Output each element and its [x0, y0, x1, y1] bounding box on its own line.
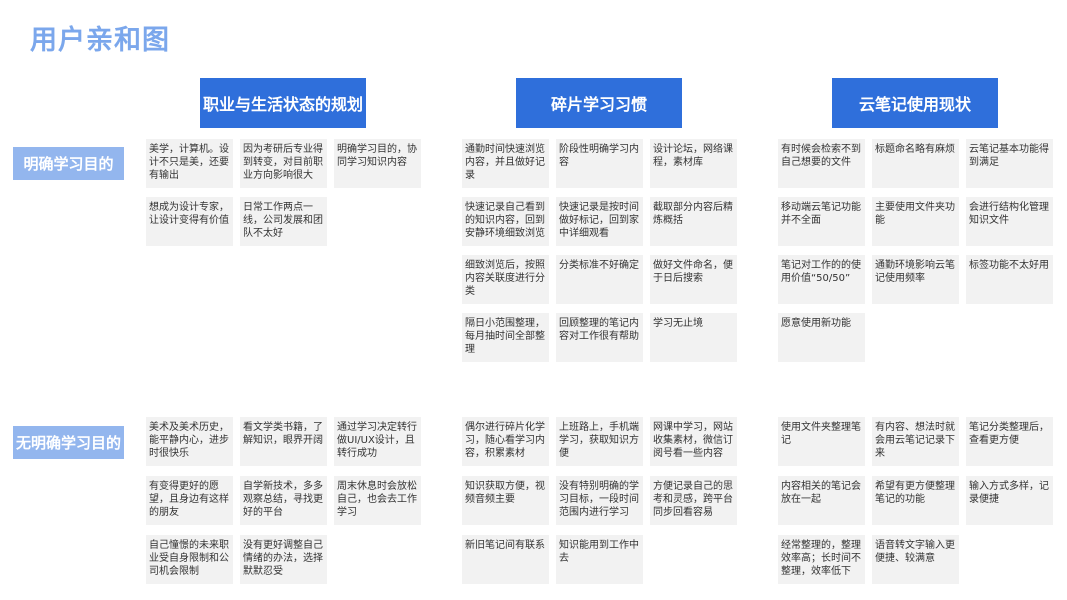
sticky-note: 标题命名略有麻烦: [872, 139, 959, 188]
sticky-note: 美术及美术历史，能平静内心，进步时很快乐: [146, 417, 233, 466]
sticky-note: 愿意使用新功能: [778, 313, 865, 362]
sticky-note: 快速记录自己看到的知识内容，回到安静环境细致浏览: [462, 197, 549, 246]
sticky-note: 通勤时间快速浏览内容，并且做好记录: [462, 139, 549, 188]
sticky-note: 没有特别明确的学习目标，一段时间范围内进行学习: [556, 476, 643, 525]
sticky-note: 语音转文字输入更便捷、较满意: [872, 535, 959, 584]
sticky-note: 设计论坛，网络课程，素材库: [650, 139, 737, 188]
sticky-note: 希望有更方便整理笔记的功能: [872, 476, 959, 525]
sticky-note: 使用文件夹整理笔记: [778, 417, 865, 466]
sticky-note: 偶尔进行碎片化学习，随心看学习内容，积累素材: [462, 417, 549, 466]
sticky-note: 自己憧憬的未来职业受自身限制和公司机会限制: [146, 535, 233, 584]
sticky-note: 有时候会检索不到自己想要的文件: [778, 139, 865, 188]
sticky-note: 上班路上，手机端学习，获取知识方便: [556, 417, 643, 466]
sticky-note: 通勤环境影响云笔记使用频率: [872, 255, 959, 304]
sticky-note: 学习无止境: [650, 313, 737, 362]
sticky-note: 看文学类书籍，了解知识，眼界开阔: [240, 417, 327, 466]
sticky-note: 新旧笔记间有联系: [462, 535, 549, 584]
sticky-note: 经常整理的，整理效率高；长时间不整理，效率低下: [778, 535, 865, 584]
page-title: 用户亲和图: [30, 25, 170, 56]
row-label-clear-goal: 明确学习目的: [13, 147, 124, 180]
sticky-note: 方便记录自己的思考和灵感，跨平台同步回看容易: [650, 476, 737, 525]
sticky-note: 网课中学习，网站收集素材，微信订阅号看一些内容: [650, 417, 737, 466]
sticky-note: 自学新技术，多多观察总结，寻找更好的平台: [240, 476, 327, 525]
sticky-note: 输入方式多样，记录便捷: [966, 476, 1053, 525]
sticky-note: 截取部分内容后精炼概括: [650, 197, 737, 246]
sticky-note: 阶段性明确学习内容: [556, 139, 643, 188]
column-header-career: 职业与生活状态的规划: [200, 78, 366, 128]
sticky-note: 主要使用文件夹功能: [872, 197, 959, 246]
sticky-note: 分类标准不好确定: [556, 255, 643, 304]
sticky-note: 做好文件命名，便于日后搜索: [650, 255, 737, 304]
row-label-no-clear-goal: 无明确学习目的: [13, 426, 124, 459]
sticky-note: 知识获取方便，视频音频主要: [462, 476, 549, 525]
sticky-note: 标签功能不太好用: [966, 255, 1053, 304]
sticky-note: 想成为设计专家，让设计变得有价值: [146, 197, 233, 246]
sticky-note: 日常工作两点一线，公司发展和团队不太好: [240, 197, 327, 246]
sticky-note: 会进行结构化管理知识文件: [966, 197, 1053, 246]
sticky-note: 内容相关的笔记会放在一起: [778, 476, 865, 525]
sticky-note: 快速记录是按时间做好标记，回到家中详细观看: [556, 197, 643, 246]
sticky-note: 周末休息时会放松自己，也会去工作学习: [334, 476, 421, 525]
sticky-note: 明确学习目的，协同学习知识内容: [334, 139, 421, 188]
sticky-note: 因为考研后专业得到转变，对目前职业方向影响很大: [240, 139, 327, 188]
sticky-note: 没有更好调整自己情绪的办法，选择默默忍受: [240, 535, 327, 584]
sticky-note: 笔记对工作的的使用价值“50/50”: [778, 255, 865, 304]
sticky-note: 隔日小范围整理，每月抽时间全部整理: [462, 313, 549, 362]
sticky-note: 知识能用到工作中去: [556, 535, 643, 584]
column-header-fragment-learning: 碎片学习习惯: [516, 78, 682, 128]
sticky-note: 移动端云笔记功能并不全面: [778, 197, 865, 246]
sticky-note: 笔记分类整理后，查看更方便: [966, 417, 1053, 466]
sticky-note: 美学，计算机。设计不只是美，还要有输出: [146, 139, 233, 188]
sticky-note: 有内容、想法时就会用云笔记记录下来: [872, 417, 959, 466]
sticky-note: 通过学习决定转行做UI/UX设计，且转行成功: [334, 417, 421, 466]
sticky-note: 有变得更好的愿望，且身边有这样的朋友: [146, 476, 233, 525]
sticky-note: 细致浏览后，按照内容关联度进行分类: [462, 255, 549, 304]
column-header-cloud-notes: 云笔记使用现状: [832, 78, 998, 128]
sticky-note: 云笔记基本功能得到满足: [966, 139, 1053, 188]
sticky-note: 回顾整理的笔记内容对工作很有帮助: [556, 313, 643, 362]
